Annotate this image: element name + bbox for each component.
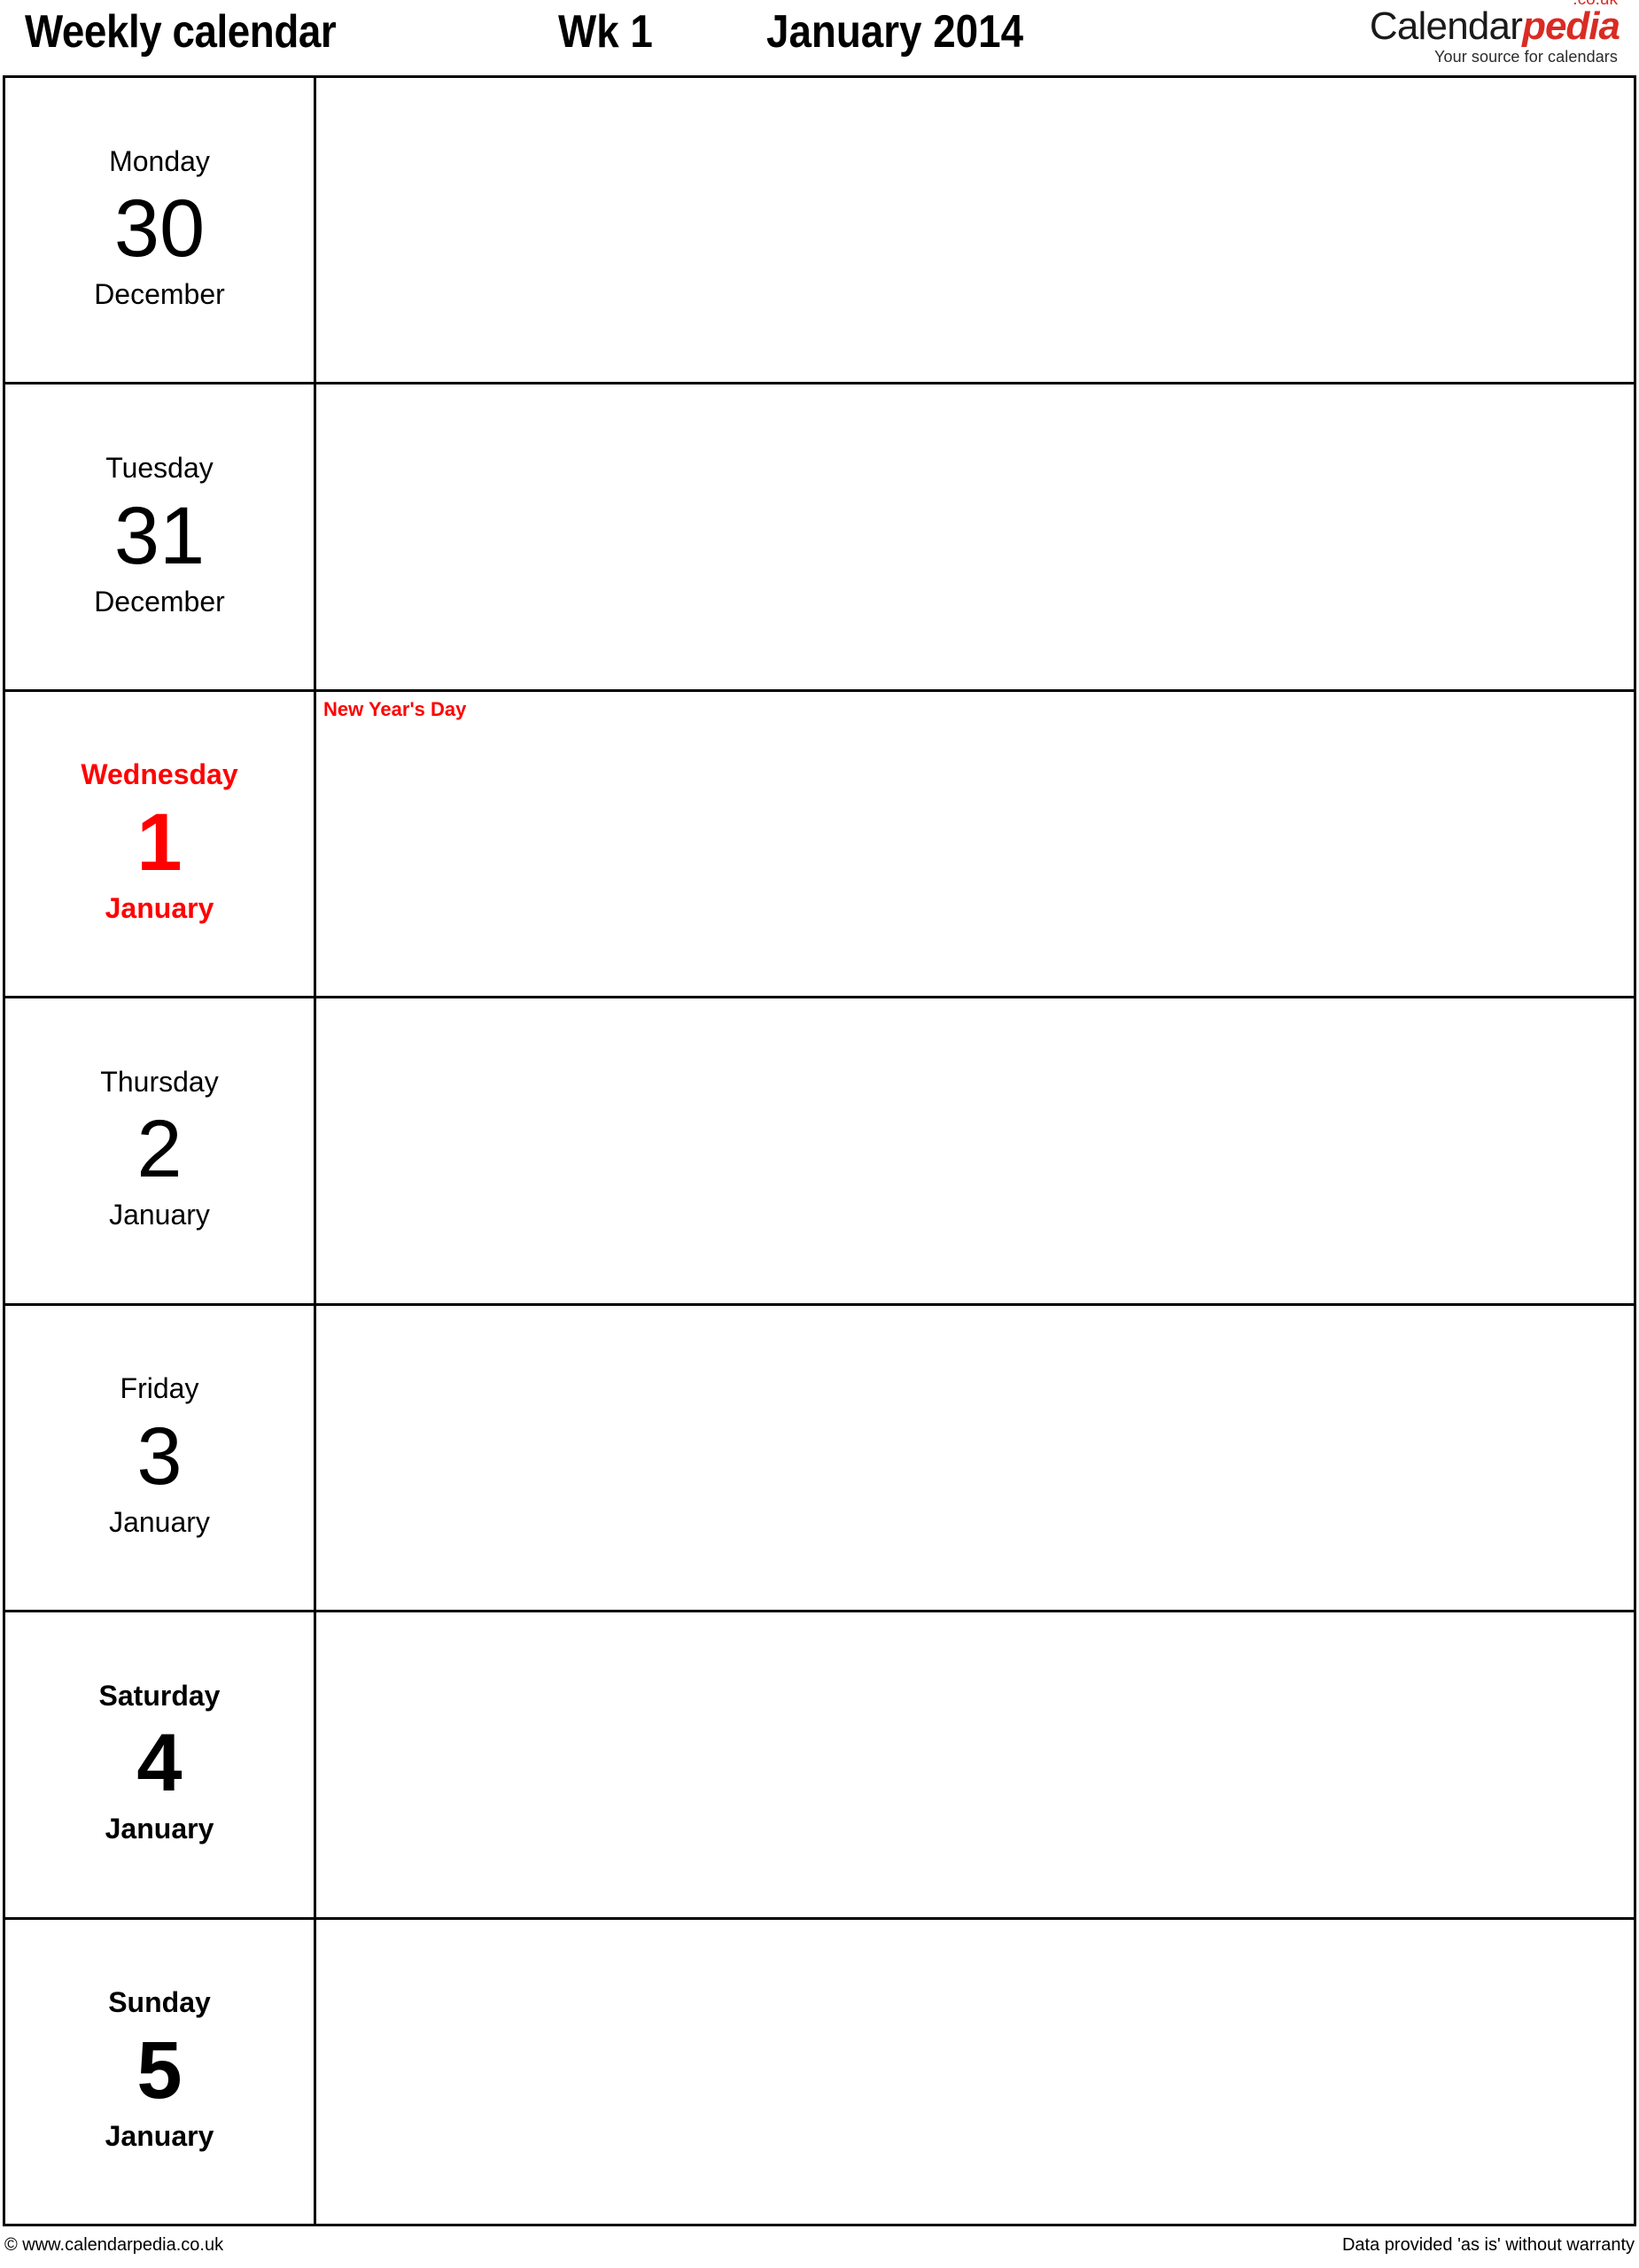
table-row: Wednesday 1 January New Year's Day: [5, 691, 1634, 999]
day-notes-area[interactable]: [316, 78, 1634, 382]
page-header: Weekly calendar Wk 1 January 2014 Calend…: [0, 0, 1639, 75]
day-label-cell: Tuesday 31 December: [5, 384, 316, 689]
day-label-cell: Sunday 5 January: [5, 1919, 316, 2224]
day-number: 3: [136, 1410, 183, 1502]
day-weekday-name: Sunday: [108, 1986, 211, 2019]
day-number: 4: [136, 1718, 183, 1809]
day-label-cell: Friday 3 January: [5, 1305, 316, 1611]
day-notes-area[interactable]: [316, 1612, 1634, 1916]
day-number: 31: [113, 490, 206, 581]
day-notes-area[interactable]: New Year's Day: [316, 692, 1634, 996]
table-row: Friday 3 January: [5, 1305, 1634, 1613]
logo-tagline: Your source for calendars: [1434, 48, 1618, 66]
logo-name-primary: Calendar: [1369, 4, 1523, 48]
month-year-label: January 2014: [766, 6, 1024, 58]
day-month-name: January: [105, 1813, 214, 1845]
day-month-name: December: [94, 278, 225, 311]
day-weekday-name: Wednesday: [81, 758, 238, 791]
day-number: 30: [113, 183, 206, 275]
day-number: 2: [136, 1104, 183, 1195]
footer-copyright: © www.calendarpedia.co.uk: [4, 2235, 224, 2255]
logo-wordmark: Calendarpedia .co.uk: [1369, 0, 1620, 48]
day-notes-area[interactable]: [316, 384, 1634, 688]
day-label-cell: Wednesday 1 January: [5, 691, 316, 997]
week-number-label: Wk 1: [558, 6, 653, 58]
day-month-name: January: [105, 892, 214, 925]
day-month-name: January: [105, 2119, 214, 2152]
day-note: New Year's Day: [323, 697, 467, 720]
day-label-cell: Monday 30 December: [5, 78, 316, 383]
day-notes-area[interactable]: [316, 1306, 1634, 1610]
day-notes-area[interactable]: [316, 998, 1634, 1302]
page-footer: © www.calendarpedia.co.uk Data provided …: [0, 2232, 1639, 2267]
footer-disclaimer: Data provided 'as is' without warranty: [1341, 2235, 1635, 2255]
logo-name-accent: pedia: [1522, 4, 1620, 48]
day-weekday-name: Saturday: [98, 1679, 221, 1712]
calendarpedia-logo: Calendarpedia .co.uk Your source for cal…: [1247, 0, 1620, 71]
day-weekday-name: Friday: [120, 1372, 199, 1405]
table-row: Thursday 2 January: [5, 998, 1634, 1306]
day-weekday-name: Tuesday: [105, 452, 214, 485]
table-row: Tuesday 31 December: [5, 384, 1634, 692]
day-label-cell: Saturday 4 January: [5, 1612, 316, 1917]
day-notes-area[interactable]: [316, 1920, 1634, 2224]
day-month-name: December: [94, 585, 225, 617]
table-row: Sunday 5 January: [5, 1919, 1634, 2224]
table-row: Saturday 4 January: [5, 1612, 1634, 1920]
table-row: Monday 30 December: [5, 78, 1634, 385]
day-month-name: January: [109, 1199, 210, 1231]
page-title: Weekly calendar: [25, 6, 337, 58]
day-label-cell: Thursday 2 January: [5, 998, 316, 1303]
day-number: 1: [136, 797, 183, 889]
day-weekday-name: Thursday: [100, 1065, 219, 1098]
day-month-name: January: [109, 1505, 210, 1538]
logo-domain-suffix: .co.uk: [1573, 0, 1618, 8]
day-weekday-name: Monday: [109, 144, 210, 177]
day-number: 5: [136, 2024, 183, 2116]
weekly-calendar-table: Monday 30 December Tuesday 31 December W…: [3, 75, 1636, 2226]
